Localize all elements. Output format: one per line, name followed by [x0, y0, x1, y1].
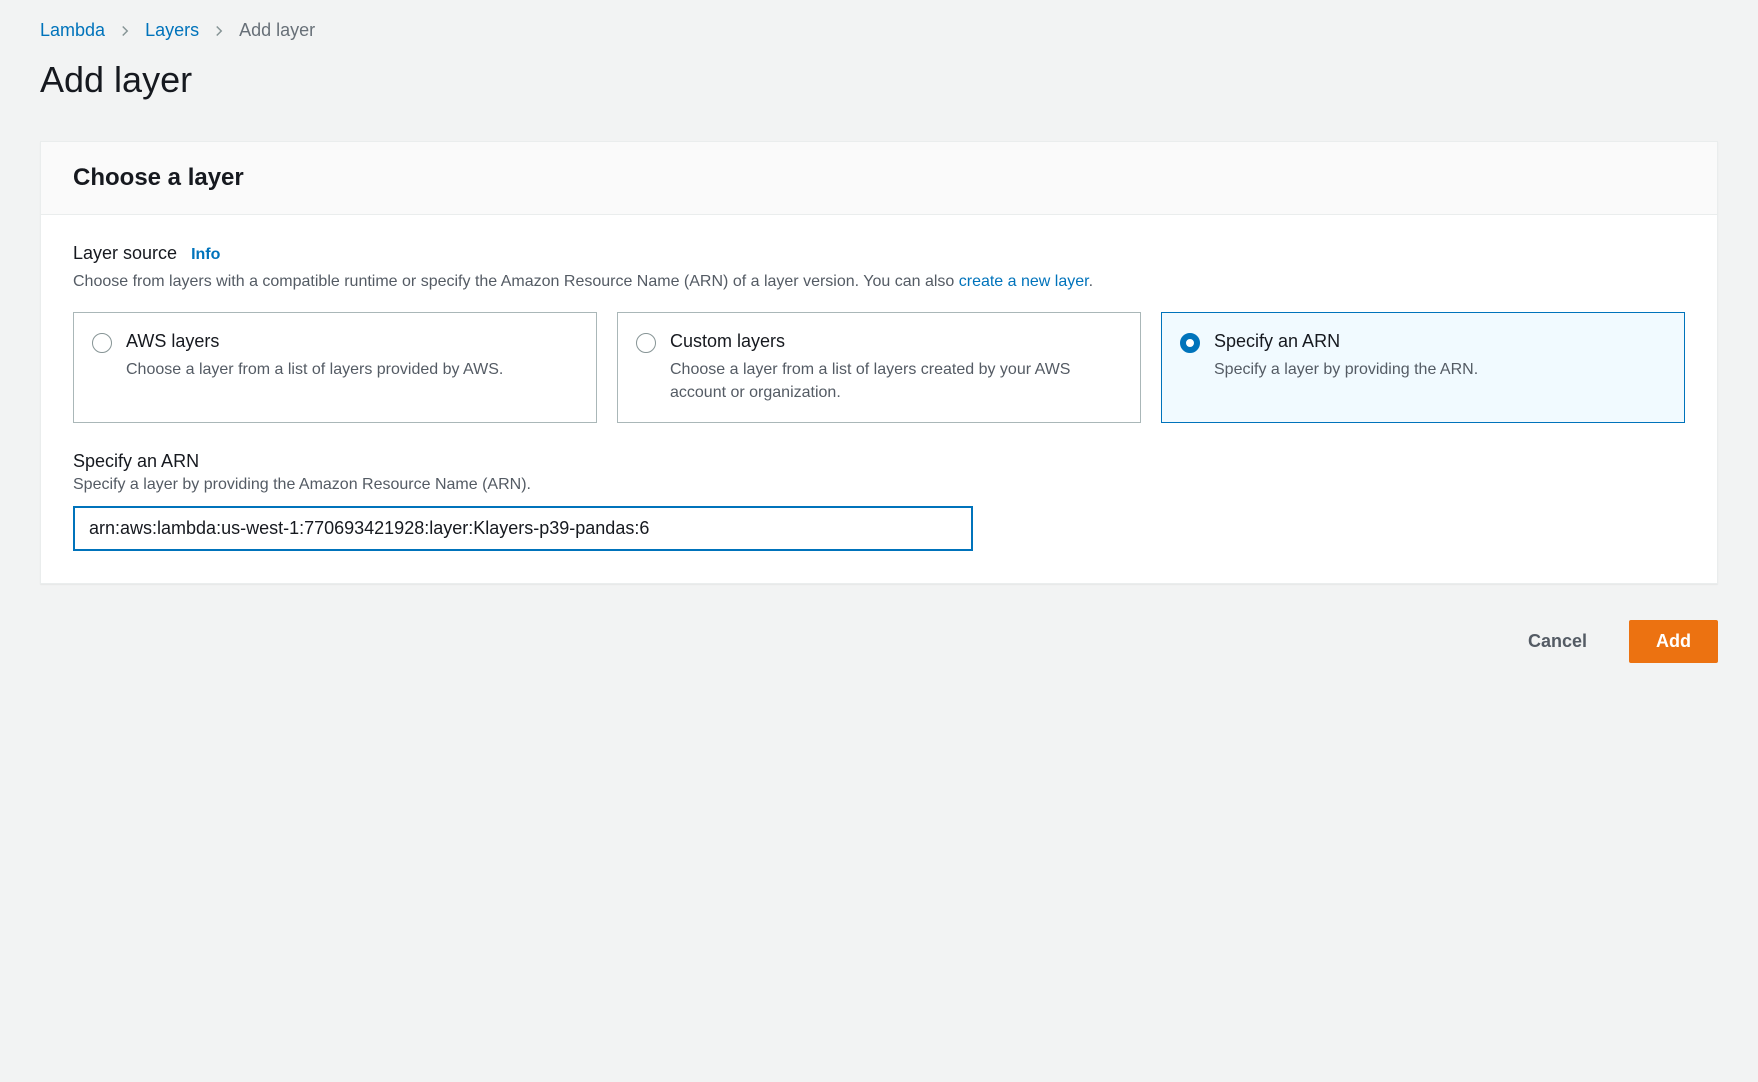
panel-header: Choose a layer: [41, 142, 1717, 215]
layer-source-label: Layer source: [73, 243, 177, 264]
layer-source-desc-text: Choose from layers with a compatible run…: [73, 273, 959, 290]
breadcrumb-lambda[interactable]: Lambda: [40, 20, 105, 41]
option-aws-layers[interactable]: AWS layers Choose a layer from a list of…: [73, 312, 597, 423]
arn-field-desc: Specify a layer by providing the Amazon …: [73, 476, 1685, 494]
option-custom-layers[interactable]: Custom layers Choose a layer from a list…: [617, 312, 1141, 423]
chevron-right-icon: [213, 25, 225, 37]
option-title: Custom layers: [670, 331, 1122, 352]
choose-layer-panel: Choose a layer Layer source Info Choose …: [40, 141, 1718, 584]
arn-input[interactable]: [73, 506, 973, 551]
layer-source-options: AWS layers Choose a layer from a list of…: [73, 312, 1685, 423]
panel-header-title: Choose a layer: [73, 164, 1685, 192]
create-new-layer-link[interactable]: create a new layer: [959, 273, 1089, 290]
chevron-right-icon: [119, 25, 131, 37]
option-title: AWS layers: [126, 331, 503, 352]
layer-source-description: Choose from layers with a compatible run…: [73, 270, 1685, 294]
footer-actions: Cancel Add: [40, 620, 1718, 663]
option-desc: Specify a layer by providing the ARN.: [1214, 358, 1478, 381]
radio-icon: [92, 333, 112, 353]
arn-field-label: Specify an ARN: [73, 451, 1685, 472]
cancel-button[interactable]: Cancel: [1502, 620, 1613, 663]
radio-icon: [1180, 333, 1200, 353]
option-desc: Choose a layer from a list of layers cre…: [670, 358, 1122, 404]
add-button[interactable]: Add: [1629, 620, 1718, 663]
option-desc: Choose a layer from a list of layers pro…: [126, 358, 503, 381]
option-title: Specify an ARN: [1214, 331, 1478, 352]
info-link[interactable]: Info: [191, 246, 220, 264]
breadcrumb: Lambda Layers Add layer: [40, 20, 1718, 41]
panel-body: Layer source Info Choose from layers wit…: [41, 215, 1717, 583]
radio-icon: [636, 333, 656, 353]
breadcrumb-layers[interactable]: Layers: [145, 20, 199, 41]
breadcrumb-current: Add layer: [239, 20, 315, 41]
option-specify-arn[interactable]: Specify an ARN Specify a layer by provid…: [1161, 312, 1685, 423]
page-title: Add layer: [40, 59, 1718, 101]
layer-source-desc-suffix: .: [1089, 273, 1093, 290]
